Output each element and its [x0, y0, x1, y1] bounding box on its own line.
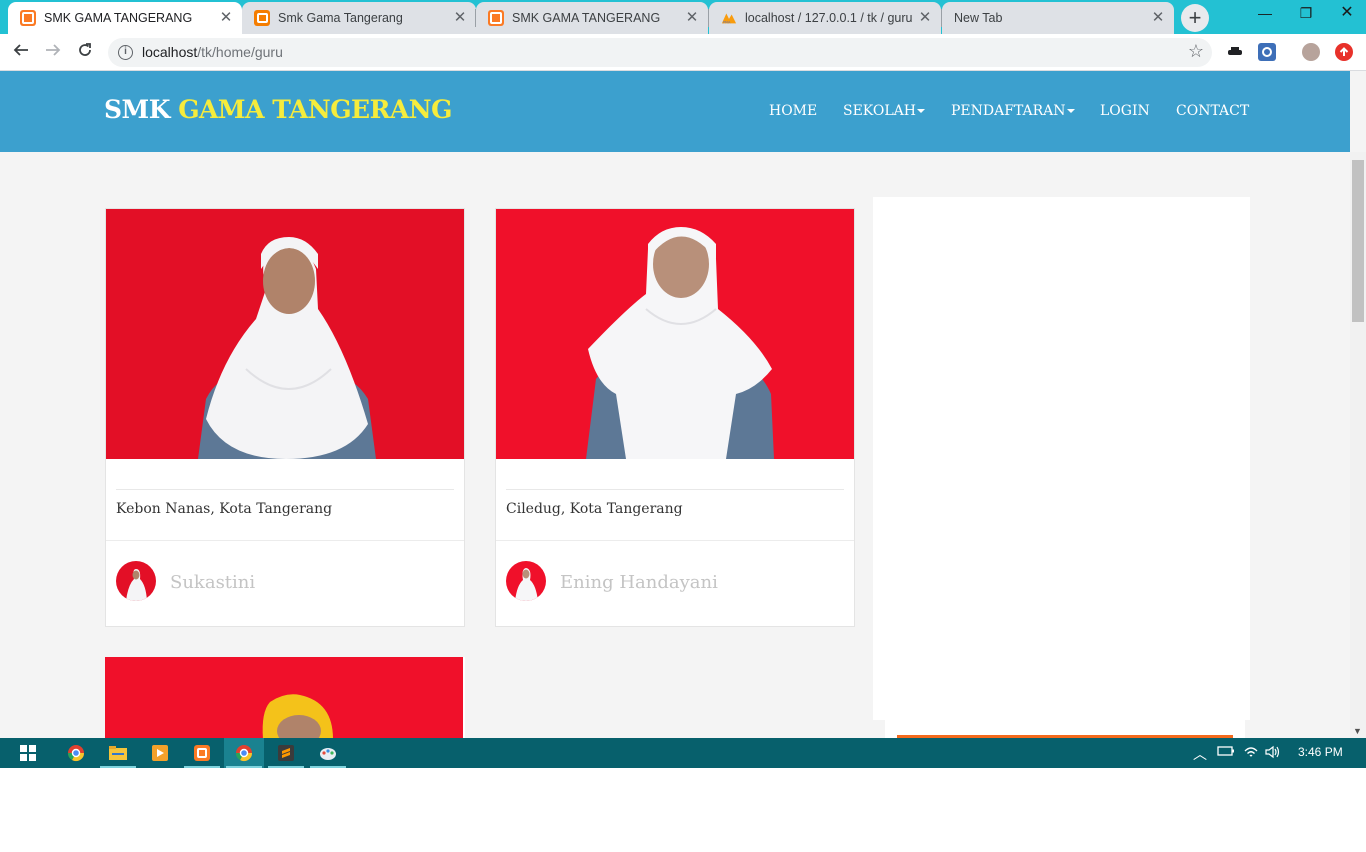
- teacher-address: Ciledug, Kota Tangerang: [506, 501, 683, 517]
- tab-title: SMK GAMA TANGERANG: [44, 11, 193, 25]
- teacher-photo[interactable]: [496, 209, 854, 459]
- card-body: Kebon Nanas, Kota Tangerang: [106, 459, 464, 540]
- nav-pendaftaran-label: PENDAFTARAN: [951, 103, 1066, 119]
- paint-taskbar-icon[interactable]: [308, 738, 348, 768]
- clock-time[interactable]: 3:46 PM: [1298, 745, 1343, 759]
- teacher-card[interactable]: Ciledug, Kota Tangerang Ening Handayani: [495, 208, 855, 627]
- xampp-icon: [20, 10, 36, 26]
- close-icon[interactable]: ✕: [218, 10, 234, 26]
- windows-taskbar: ︿ 3:46 PM: [0, 738, 1366, 768]
- page-scrollbar[interactable]: ▼: [1350, 152, 1366, 738]
- incognito-extension-icon[interactable]: [1226, 43, 1244, 61]
- update-icon[interactable]: [1335, 43, 1353, 61]
- nav-pendaftaran[interactable]: PENDAFTARAN: [951, 103, 1075, 119]
- xampp-taskbar-icon[interactable]: [182, 738, 222, 768]
- close-icon[interactable]: ✕: [917, 10, 933, 26]
- address-url: localhost/tk/home/guru: [142, 44, 283, 60]
- brand-primary: SMK: [104, 95, 170, 124]
- minimize-button[interactable]: —: [1242, 0, 1288, 30]
- media-player-taskbar-icon[interactable]: [140, 738, 180, 768]
- sidebar-panel: [873, 197, 1250, 720]
- main-content: Kebon Nanas, Kota Tangerang Sukastini Ci…: [0, 152, 1350, 739]
- blogger-icon: [254, 10, 270, 26]
- url-host: localhost: [142, 44, 198, 60]
- browser-toolbar: i localhost/tk/home/guru ☆: [0, 34, 1366, 71]
- tab-smk-gama-blog[interactable]: Smk Gama Tangerang ✕: [242, 2, 476, 34]
- tab-smk-gama-1[interactable]: SMK GAMA TANGERANG ✕: [8, 2, 242, 34]
- profile-avatar[interactable]: [1302, 43, 1320, 61]
- nav-contact[interactable]: CONTACT: [1176, 103, 1249, 119]
- close-icon[interactable]: ✕: [1150, 10, 1166, 26]
- caret-down-icon: [1066, 109, 1075, 113]
- chrome-taskbar-icon[interactable]: [56, 738, 96, 768]
- show-hidden-icons-icon[interactable]: ︿: [1193, 744, 1207, 764]
- windows-logo-icon: [20, 745, 36, 761]
- card-divider: [116, 489, 454, 490]
- card-body: Ciledug, Kota Tangerang: [496, 459, 854, 540]
- back-button[interactable]: [7, 38, 35, 66]
- sublime-text-taskbar-icon[interactable]: [266, 738, 306, 768]
- nav-login[interactable]: LOGIN: [1100, 103, 1150, 119]
- teacher-avatar[interactable]: [116, 561, 156, 601]
- tab-phpmyadmin[interactable]: PMA localhost / 127.0.0.1 / tk / guru | …: [709, 2, 941, 34]
- address-bar[interactable]: i localhost/tk/home/guru ☆: [108, 38, 1212, 67]
- teacher-photo[interactable]: [105, 657, 463, 739]
- tab-new-tab[interactable]: New Tab ✕: [942, 2, 1174, 34]
- screen: SMK GAMA TANGERANG ✕ Smk Gama Tangerang …: [0, 0, 1366, 768]
- file-explorer-taskbar-icon[interactable]: [98, 738, 138, 768]
- reload-button[interactable]: [71, 38, 99, 66]
- reload-icon: [79, 43, 91, 56]
- nav-home[interactable]: HOME: [769, 103, 817, 119]
- card-footer: Ening Handayani: [496, 540, 854, 626]
- phpmyadmin-icon: PMA: [721, 10, 737, 26]
- brand-accent: GAMA TANGERANG: [178, 95, 452, 124]
- start-button[interactable]: [8, 738, 48, 768]
- teacher-card[interactable]: Kebon Nanas, Kota Tangerang Sukastini: [105, 208, 465, 627]
- teacher-name[interactable]: Sukastini: [170, 572, 255, 593]
- site-navbar: SMK GAMA TANGERANG HOME SEKOLAH PENDAFTA…: [0, 71, 1350, 152]
- teacher-photo[interactable]: [106, 209, 464, 459]
- new-tab-button[interactable]: +: [1181, 4, 1209, 32]
- extension-blue-icon[interactable]: [1258, 43, 1276, 61]
- teacher-card[interactable]: [105, 657, 465, 739]
- close-window-button[interactable]: ✕: [1324, 0, 1366, 30]
- caret-down-icon: [917, 109, 925, 113]
- teacher-name[interactable]: Ening Handayani: [560, 572, 718, 593]
- scroll-down-icon[interactable]: ▼: [1353, 726, 1362, 736]
- site-brand[interactable]: SMK GAMA TANGERANG: [104, 95, 452, 124]
- restore-button[interactable]: ❐: [1283, 0, 1329, 30]
- tab-smk-gama-2[interactable]: SMK GAMA TANGERANG ✕: [476, 2, 708, 34]
- back-arrow-icon: [13, 44, 28, 56]
- scrollbar-thumb[interactable]: [1352, 160, 1364, 322]
- xampp-icon: [488, 10, 504, 26]
- site-info-icon[interactable]: i: [118, 45, 133, 60]
- card-divider: [506, 489, 844, 490]
- tab-title: SMK GAMA TANGERANG: [512, 11, 661, 25]
- tab-title: Smk Gama Tangerang: [278, 11, 403, 25]
- svg-text:PMA: PMA: [723, 20, 731, 24]
- card-footer: Sukastini: [106, 540, 464, 626]
- teacher-address: Kebon Nanas, Kota Tangerang: [116, 501, 333, 517]
- tab-title: localhost / 127.0.0.1 / tk / guru | p: [745, 11, 917, 25]
- close-icon[interactable]: ✕: [452, 10, 468, 26]
- bookmark-star-icon[interactable]: ☆: [1188, 41, 1204, 62]
- chrome-active-taskbar-icon[interactable]: [224, 738, 264, 768]
- tab-strip: SMK GAMA TANGERANG ✕ Smk Gama Tangerang …: [0, 0, 1366, 34]
- nav-sekolah[interactable]: SEKOLAH: [843, 103, 925, 119]
- url-path: /tk/home/guru: [197, 44, 283, 60]
- forward-button[interactable]: [39, 38, 67, 66]
- wifi-icon[interactable]: [1243, 745, 1259, 762]
- forward-arrow-icon: [46, 44, 61, 56]
- close-icon[interactable]: ✕: [684, 10, 700, 26]
- nav-sekolah-label: SEKOLAH: [843, 103, 916, 119]
- tab-title: New Tab: [954, 11, 1003, 25]
- battery-icon[interactable]: [1217, 745, 1235, 760]
- teacher-avatar[interactable]: [506, 561, 546, 601]
- volume-icon[interactable]: [1265, 745, 1281, 762]
